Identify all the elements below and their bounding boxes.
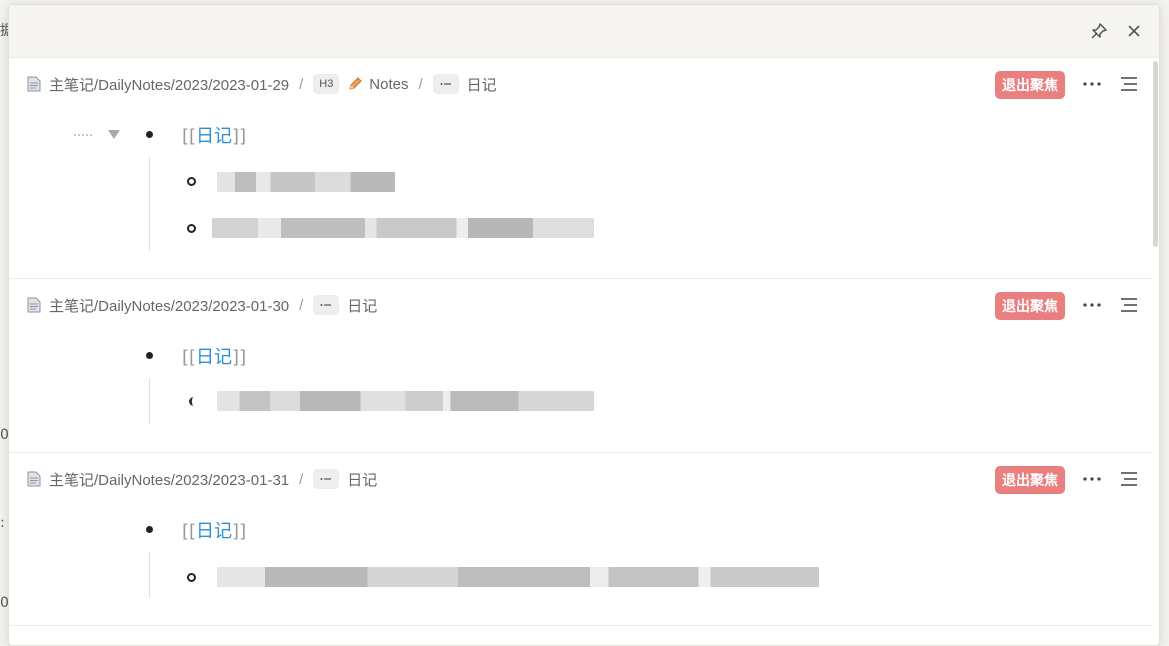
document-icon [27, 471, 41, 487]
wiki-link[interactable]: [[日记]] [182, 122, 246, 148]
bullet-icon[interactable] [146, 526, 153, 533]
breadcrumb-path[interactable]: 主笔记/DailyNotes/2023/2023-01-31 [49, 469, 289, 490]
redacted-text [217, 567, 819, 587]
panel-header [9, 5, 1159, 58]
breadcrumb: 主笔记/DailyNotes/2023/2023-01-30 / 日记 [27, 279, 377, 331]
exit-focus-button[interactable]: 退出聚焦 [995, 466, 1065, 494]
note-block: 主笔记/DailyNotes/2023/2023-01-31 / 日记 退出聚焦… [9, 453, 1153, 626]
outline-menu-icon[interactable] [1117, 293, 1141, 317]
pin-icon[interactable] [1087, 19, 1111, 43]
outline-menu-icon[interactable] [1117, 72, 1141, 96]
link-bracket: [[ [182, 347, 197, 368]
bullet-icon[interactable] [146, 131, 153, 138]
link-bracket: ]] [232, 521, 247, 542]
more-options-icon[interactable] [1080, 467, 1104, 491]
link-text[interactable]: 日记 [196, 347, 232, 368]
redacted-text [217, 391, 594, 411]
document-icon [27, 76, 41, 92]
link-text[interactable]: 日记 [196, 126, 232, 147]
document-icon [27, 297, 41, 313]
list-chip-icon[interactable] [313, 295, 340, 315]
link-bracket: ]] [232, 347, 247, 368]
close-icon[interactable] [1122, 19, 1146, 43]
outline-menu-icon[interactable] [1117, 467, 1141, 491]
note-block: 主笔记/DailyNotes/2023/2023-01-29 / H3 Note… [9, 58, 1153, 279]
breadcrumb-notes[interactable]: Notes [369, 76, 408, 93]
list-chip-icon[interactable] [432, 74, 459, 94]
sub-bullet-icon[interactable] [187, 573, 196, 582]
wiki-link[interactable]: [[日记]] [182, 343, 246, 369]
drag-handle-icon[interactable] [74, 134, 92, 138]
focus-popup-panel: 主笔记/DailyNotes/2023/2023-01-29 / H3 Note… [8, 4, 1160, 646]
link-bracket: [[ [182, 126, 197, 147]
pencil-icon [347, 76, 363, 92]
indent-guide [149, 552, 150, 598]
background-fragment: : [0, 515, 5, 531]
breadcrumb-separator: / [299, 75, 304, 93]
indent-guide [149, 157, 150, 251]
more-options-icon[interactable] [1080, 72, 1104, 96]
breadcrumb-tag[interactable]: 日记 [467, 74, 497, 95]
redacted-text [212, 218, 594, 238]
more-options-icon[interactable] [1080, 293, 1104, 317]
sub-bullet-icon[interactable] [187, 177, 196, 186]
note-block: 主笔记/DailyNotes/2023/2023-01-30 / 日记 退出聚焦… [9, 279, 1153, 453]
heading-chip[interactable]: H3 [313, 74, 340, 94]
exit-focus-button[interactable]: 退出聚焦 [995, 71, 1065, 99]
breadcrumb-path[interactable]: 主笔记/DailyNotes/2023/2023-01-30 [49, 295, 289, 316]
breadcrumb-tag[interactable]: 日记 [347, 469, 377, 490]
scrollbar[interactable] [1153, 61, 1158, 247]
breadcrumb-path[interactable]: 主笔记/DailyNotes/2023/2023-01-29 [49, 74, 289, 95]
breadcrumb: 主笔记/DailyNotes/2023/2023-01-31 / 日记 [27, 453, 377, 505]
sub-bullet-icon[interactable] [187, 224, 196, 233]
redacted-text [217, 172, 395, 192]
breadcrumb-separator: / [299, 470, 304, 488]
wiki-link[interactable]: [[日记]] [182, 517, 246, 543]
breadcrumb-tag[interactable]: 日记 [347, 295, 377, 316]
link-bracket: [[ [182, 521, 197, 542]
breadcrumb-separator: / [418, 75, 423, 93]
sub-bullet-icon[interactable] [189, 397, 195, 406]
bullet-icon[interactable] [146, 352, 153, 359]
breadcrumb-separator: / [299, 296, 304, 314]
list-chip-icon[interactable] [313, 469, 340, 489]
indent-guide [149, 378, 150, 424]
collapse-triangle-icon[interactable] [108, 130, 120, 139]
link-bracket: ]] [232, 126, 247, 147]
exit-focus-button[interactable]: 退出聚焦 [995, 292, 1065, 320]
link-text[interactable]: 日记 [196, 521, 232, 542]
breadcrumb: 主笔记/DailyNotes/2023/2023-01-29 / H3 Note… [27, 58, 497, 110]
